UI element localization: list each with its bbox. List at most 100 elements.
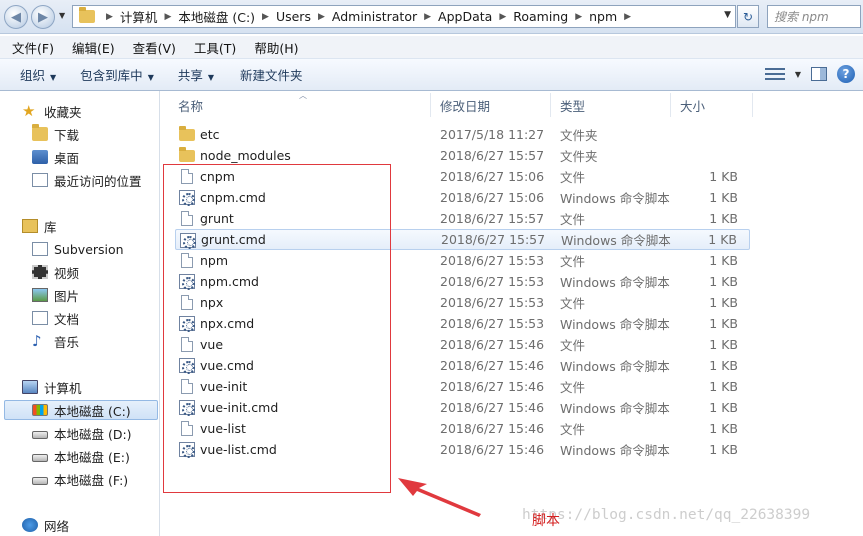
change-view-icon[interactable] bbox=[764, 66, 785, 82]
chevron-right-icon[interactable]: ▶ bbox=[624, 12, 631, 22]
menu-file[interactable]: 文件(F) bbox=[6, 38, 60, 57]
nav-label: 图片 bbox=[54, 288, 80, 304]
nav-recent-places[interactable]: 最近访问的位置 bbox=[32, 170, 142, 190]
file-row[interactable]: npm 2018/6/27 15:53 文件 1 KB bbox=[175, 250, 750, 271]
breadcrumb-item[interactable]: Users bbox=[276, 9, 311, 24]
column-header-size[interactable]: 大小 bbox=[671, 93, 753, 117]
nav-drive-e[interactable]: 本地磁盘 (E:) bbox=[32, 446, 130, 466]
file-icon bbox=[181, 421, 193, 436]
file-name: npm.cmd bbox=[200, 274, 259, 289]
nav-desktop[interactable]: 桌面 bbox=[32, 147, 79, 167]
search-input[interactable]: 搜索 npm bbox=[767, 5, 861, 28]
file-row[interactable]: npx.cmd 2018/6/27 15:53 Windows 命令脚本 1 KB bbox=[175, 313, 750, 334]
column-header-type[interactable]: 类型 bbox=[551, 93, 671, 117]
menu-edit[interactable]: 编辑(E) bbox=[66, 38, 121, 57]
chevron-right-icon[interactable]: ▶ bbox=[164, 12, 171, 22]
breadcrumb-item[interactable]: Roaming bbox=[513, 9, 568, 24]
file-type: Windows 命令脚本 bbox=[560, 401, 670, 416]
file-name: vue bbox=[200, 337, 224, 352]
nav-pictures[interactable]: 图片 bbox=[32, 285, 79, 305]
address-history-dropdown-icon[interactable]: ▼ bbox=[724, 10, 731, 20]
file-size: 1 KB bbox=[709, 379, 738, 394]
help-icon[interactable]: ? bbox=[837, 65, 855, 83]
file-row[interactable]: npm.cmd 2018/6/27 15:53 Windows 命令脚本 1 KB bbox=[175, 271, 750, 292]
breadcrumb-item[interactable]: npm bbox=[589, 9, 617, 24]
file-date: 2018/6/27 15:46 bbox=[440, 358, 545, 373]
nav-label: 本地磁盘 (D:) bbox=[54, 426, 132, 442]
file-row[interactable]: vue-list 2018/6/27 15:46 文件 1 KB bbox=[175, 418, 750, 439]
new-folder-button[interactable]: 新建文件夹 bbox=[240, 65, 303, 84]
view-dropdown-icon[interactable]: ▼ bbox=[795, 70, 801, 79]
file-row[interactable]: vue-init 2018/6/27 15:46 文件 1 KB bbox=[175, 376, 750, 397]
video-icon bbox=[32, 265, 48, 279]
column-header-date[interactable]: 修改日期 bbox=[431, 93, 551, 117]
file-size: 1 KB bbox=[709, 400, 738, 415]
chevron-right-icon[interactable]: ▶ bbox=[499, 12, 506, 22]
nav-drive-f[interactable]: 本地磁盘 (F:) bbox=[32, 469, 128, 489]
file-date: 2018/6/27 15:46 bbox=[440, 421, 545, 436]
nav-computer[interactable]: 计算机 bbox=[22, 377, 82, 397]
cmd-script-icon bbox=[179, 442, 195, 458]
chevron-right-icon[interactable]: ▶ bbox=[262, 12, 269, 22]
breadcrumb-item[interactable]: 计算机 bbox=[120, 7, 158, 26]
nav-music[interactable]: ♪ 音乐 bbox=[32, 331, 79, 351]
nav-libraries[interactable]: 库 bbox=[22, 216, 57, 236]
back-button[interactable]: ◀ bbox=[4, 5, 28, 29]
file-type: Windows 命令脚本 bbox=[560, 191, 670, 206]
refresh-button[interactable]: ↻ bbox=[737, 5, 759, 28]
file-row[interactable]: vue-list.cmd 2018/6/27 15:46 Windows 命令脚本 1… bbox=[175, 439, 750, 460]
address-bar[interactable]: ▶ 计算机 ▶ 本地磁盘 (C:) ▶ Users ▶ Administrato… bbox=[72, 5, 736, 28]
column-header-name[interactable]: 名称 ︿ bbox=[161, 91, 431, 117]
nav-label: 桌面 bbox=[54, 150, 80, 166]
file-row[interactable]: vue 2018/6/27 15:46 文件 1 KB bbox=[175, 334, 750, 355]
menu-view[interactable]: 查看(V) bbox=[127, 38, 182, 57]
file-row[interactable]: vue.cmd 2018/6/27 15:46 Windows 命令脚本 1 KB bbox=[175, 355, 750, 376]
file-row[interactable]: npx 2018/6/27 15:53 文件 1 KB bbox=[175, 292, 750, 313]
nav-label: 本地磁盘 (C:) bbox=[54, 403, 131, 419]
nav-favorites[interactable]: ★ 收藏夹 bbox=[22, 101, 82, 121]
subversion-icon bbox=[32, 242, 48, 256]
preview-pane-icon[interactable] bbox=[811, 67, 827, 81]
nav-drive-c[interactable]: 本地磁盘 (C:) bbox=[4, 400, 158, 420]
caret-down-icon: ▼ bbox=[50, 73, 57, 82]
nav-drive-d[interactable]: 本地磁盘 (D:) bbox=[32, 423, 132, 443]
recent-pages-dropdown-icon[interactable]: ▼ bbox=[59, 11, 69, 23]
file-date: 2018/6/27 15:06 bbox=[440, 169, 545, 184]
file-row[interactable]: grunt 2018/6/27 15:57 文件 1 KB bbox=[175, 208, 750, 229]
file-date: 2017/5/18 11:27 bbox=[440, 127, 545, 142]
annotation-arrow bbox=[398, 478, 481, 517]
share-button[interactable]: 共享 ▼ bbox=[178, 65, 214, 84]
include-in-library-button[interactable]: 包含到库中 ▼ bbox=[80, 65, 154, 84]
breadcrumb-item[interactable]: AppData bbox=[438, 9, 492, 24]
nav-network[interactable]: 网络 bbox=[22, 515, 69, 535]
breadcrumb-item[interactable]: 本地磁盘 (C:) bbox=[178, 7, 255, 26]
file-name: vue-list.cmd bbox=[200, 442, 277, 457]
breadcrumb-item[interactable]: Administrator bbox=[332, 9, 417, 24]
file-name: vue-init bbox=[200, 379, 248, 394]
file-row[interactable]: grunt.cmd 2018/6/27 15:57 Windows 命令脚本 1 KB bbox=[175, 229, 750, 250]
file-row[interactable]: etc 2017/5/18 11:27 文件夹 bbox=[175, 124, 750, 145]
file-row[interactable]: cnpm.cmd 2018/6/27 15:06 Windows 命令脚本 1 KB bbox=[175, 187, 750, 208]
chevron-right-icon[interactable]: ▶ bbox=[106, 12, 113, 22]
file-name: grunt bbox=[200, 211, 234, 226]
file-type: 文件 bbox=[560, 212, 586, 227]
file-row[interactable]: vue-init.cmd 2018/6/27 15:46 Windows 命令脚本 1… bbox=[175, 397, 750, 418]
chevron-right-icon[interactable]: ▶ bbox=[318, 12, 325, 22]
menu-help[interactable]: 帮助(H) bbox=[248, 38, 304, 57]
file-size: 1 KB bbox=[709, 274, 738, 289]
file-row[interactable]: node_modules 2018/6/27 15:57 文件夹 bbox=[175, 145, 750, 166]
file-row[interactable]: cnpm 2018/6/27 15:06 文件 1 KB bbox=[175, 166, 750, 187]
organize-button[interactable]: 组织 ▼ bbox=[20, 65, 56, 84]
desktop-icon bbox=[32, 150, 48, 164]
file-icon bbox=[181, 295, 193, 310]
forward-button[interactable]: ▶ bbox=[31, 5, 55, 29]
nav-documents[interactable]: 文档 bbox=[32, 308, 79, 328]
menu-tools[interactable]: 工具(T) bbox=[188, 38, 242, 57]
nav-videos[interactable]: 视频 bbox=[32, 262, 79, 282]
nav-subversion[interactable]: Subversion bbox=[32, 239, 124, 259]
music-icon: ♪ bbox=[32, 332, 42, 350]
chevron-right-icon[interactable]: ▶ bbox=[575, 12, 582, 22]
nav-downloads[interactable]: 下载 bbox=[32, 124, 79, 144]
chevron-right-icon[interactable]: ▶ bbox=[424, 12, 431, 22]
column-name-label: 名称 bbox=[178, 98, 204, 114]
